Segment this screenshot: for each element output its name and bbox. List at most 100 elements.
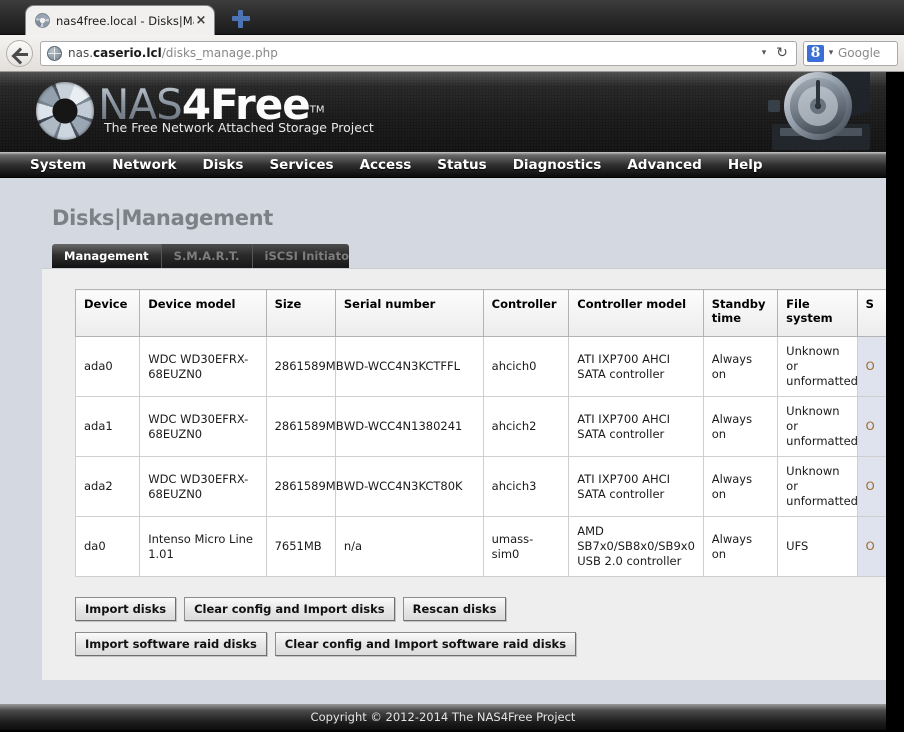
site-header: NAS4FreeTM The Free Network Attached Sto… [0, 72, 886, 152]
cell-size: 2861589MB [265, 336, 344, 397]
browser-toolbar: nas.caserio.lcl/disks_manage.php ▾ ↻ 8 ▾… [0, 35, 904, 72]
cell-status: O [856, 396, 886, 457]
tab-iscsi-initiator[interactable]: iSCSI Initiator [252, 244, 349, 268]
table-header-row: Device Device model Size Serial number C… [74, 289, 886, 337]
cell-device: da0 [74, 516, 141, 577]
cell-standby-time: Always on [702, 396, 779, 457]
chevron-down-icon[interactable]: ▾ [756, 48, 772, 58]
tab-management[interactable]: Management [52, 244, 162, 268]
cell-status: O [856, 336, 886, 397]
cell-serial-number: WD-WCC4N3KCT80K [334, 456, 484, 517]
search-input[interactable]: Google [838, 46, 894, 60]
reload-icon[interactable]: ↻ [772, 45, 792, 61]
column-header-device: Device [74, 289, 141, 337]
cell-controller-model: AMD SB7x0/SB8x0/SB9x0 USB 2.0 controller [568, 516, 704, 577]
column-header-status: S [856, 289, 886, 337]
site-logo[interactable]: NAS4FreeTM The Free Network Attached Sto… [36, 82, 374, 140]
back-arrow-icon[interactable] [6, 39, 33, 67]
trademark-text: TM [309, 104, 325, 116]
column-header-controller: Controller [482, 289, 570, 337]
nav-item-help[interactable]: Help [728, 157, 763, 173]
browser-tab-title: nas4free.local - Disks|Ma... [56, 13, 194, 28]
cell-device: ada0 [74, 336, 141, 397]
nav-item-diagnostics[interactable]: Diagnostics [513, 157, 602, 173]
table-row: ada2 WDC WD30EFRX-68EUZN0 2861589MB WD-W… [74, 456, 886, 517]
cell-size: 2861589MB [265, 396, 344, 457]
nas4free-logo-icon [36, 82, 94, 140]
rescan-disks-button[interactable]: Rescan disks [402, 597, 507, 621]
cell-standby-time: Always on [702, 456, 779, 517]
clear-config-import-software-raid-disks-button[interactable]: Clear config and Import software raid di… [274, 632, 577, 656]
nas4free-favicon-icon [35, 13, 50, 28]
cell-device-model: WDC WD30EFRX-68EUZN0 [139, 456, 267, 517]
cell-standby-time: Always on [702, 336, 779, 397]
import-disks-button[interactable]: Import disks [75, 597, 177, 621]
hard-disk-illustration-icon [768, 72, 870, 150]
browser-tab[interactable]: nas4free.local - Disks|Ma... × [25, 5, 215, 35]
cell-file-system: Unknown or unformatted [777, 456, 858, 517]
nav-item-disks[interactable]: Disks [203, 157, 244, 173]
address-bar-url: nas.caserio.lcl/disks_manage.php [68, 46, 756, 60]
table-row: ada1 WDC WD30EFRX-68EUZN0 2861589MB WD-W… [74, 396, 886, 457]
cell-serial-number: n/a [334, 516, 484, 577]
disks-table: Device Device model Size Serial number C… [74, 289, 886, 577]
nav-item-advanced[interactable]: Advanced [627, 157, 701, 173]
content-panel: Device Device model Size Serial number C… [42, 268, 886, 680]
nav-item-access[interactable]: Access [360, 157, 412, 173]
url-prefix: nas. [68, 46, 94, 60]
search-box[interactable]: 8 ▾ Google [803, 40, 898, 66]
cell-device-model: WDC WD30EFRX-68EUZN0 [139, 396, 267, 457]
site-footer: Copyright © 2012-2014 The NAS4Free Proje… [0, 704, 886, 730]
page-body: Disks|Management Management S.M.A.R.T. i… [0, 178, 886, 730]
globe-icon [47, 45, 62, 61]
clear-config-import-disks-button[interactable]: Clear config and Import disks [184, 597, 395, 621]
cell-file-system: Unknown or unformatted [777, 336, 858, 397]
page-tabs: Management S.M.A.R.T. iSCSI Initiator [52, 244, 349, 268]
cell-controller-model: ATI IXP700 AHCI SATA controller [568, 336, 704, 397]
nav-item-services[interactable]: Services [269, 157, 333, 173]
table-row: da0 Intenso Micro Line 1.01 7651MB n/a u… [74, 516, 886, 577]
url-path: /disks_manage.php [161, 46, 278, 60]
tab-smart[interactable]: S.M.A.R.T. [161, 244, 253, 268]
cell-controller-model: ATI IXP700 AHCI SATA controller [568, 396, 704, 457]
cell-status: O [856, 516, 886, 577]
nav-item-status[interactable]: Status [437, 157, 486, 173]
cell-controller: umass-sim0 [482, 516, 570, 577]
cell-controller: ahcich3 [482, 456, 570, 517]
column-header-controller-model: Controller model [568, 289, 704, 337]
page-viewport: NAS4FreeTM The Free Network Attached Sto… [0, 72, 886, 730]
chevron-down-icon[interactable]: ▾ [824, 48, 838, 58]
disk-actions-row-2: Import software raid disks Clear config … [75, 632, 886, 656]
cell-size: 2861589MB [265, 456, 344, 517]
disk-actions-row-1: Import disks Clear config and Import dis… [75, 597, 886, 621]
column-header-size: Size [265, 289, 336, 337]
logo-tagline: The Free Network Attached Storage Projec… [104, 120, 374, 135]
table-row: ada0 WDC WD30EFRX-68EUZN0 2861589MB WD-W… [74, 336, 886, 397]
cell-file-system: UFS [777, 516, 858, 577]
cell-serial-number: WD-WCC4N1380241 [334, 396, 484, 457]
cell-status: O [856, 456, 886, 517]
close-icon[interactable]: × [194, 14, 208, 28]
browser-window: nas4free.local - Disks|Ma... × nas.caser… [0, 0, 904, 732]
import-software-raid-disks-button[interactable]: Import software raid disks [75, 632, 267, 656]
cell-device: ada1 [74, 396, 141, 457]
google-icon: 8 [807, 44, 824, 62]
cell-device: ada2 [74, 456, 141, 517]
address-bar[interactable]: nas.caserio.lcl/disks_manage.php ▾ ↻ [40, 40, 797, 66]
column-header-serial-number: Serial number [334, 289, 484, 337]
url-host: caserio.lcl [93, 46, 162, 60]
cell-serial-number: WD-WCC4N3KCTFFL [334, 336, 484, 397]
nav-item-network[interactable]: Network [112, 157, 176, 173]
main-navigation: System Network Disks Services Access Sta… [0, 152, 886, 178]
nav-item-system[interactable]: System [30, 157, 86, 173]
logo-text-block: NAS4FreeTM The Free Network Attached Sto… [98, 82, 374, 136]
new-tab-button[interactable] [232, 10, 250, 28]
browser-tabstrip: nas4free.local - Disks|Ma... × [0, 0, 904, 35]
cell-device-model: Intenso Micro Line 1.01 [139, 516, 267, 577]
column-header-standby-time: Standby time [702, 289, 779, 337]
cell-file-system: Unknown or unformatted [777, 396, 858, 457]
page-title: Disks|Management [52, 206, 274, 230]
column-header-device-model: Device model [139, 289, 267, 337]
cell-controller: ahcich2 [482, 396, 570, 457]
cell-controller: ahcich0 [482, 336, 570, 397]
